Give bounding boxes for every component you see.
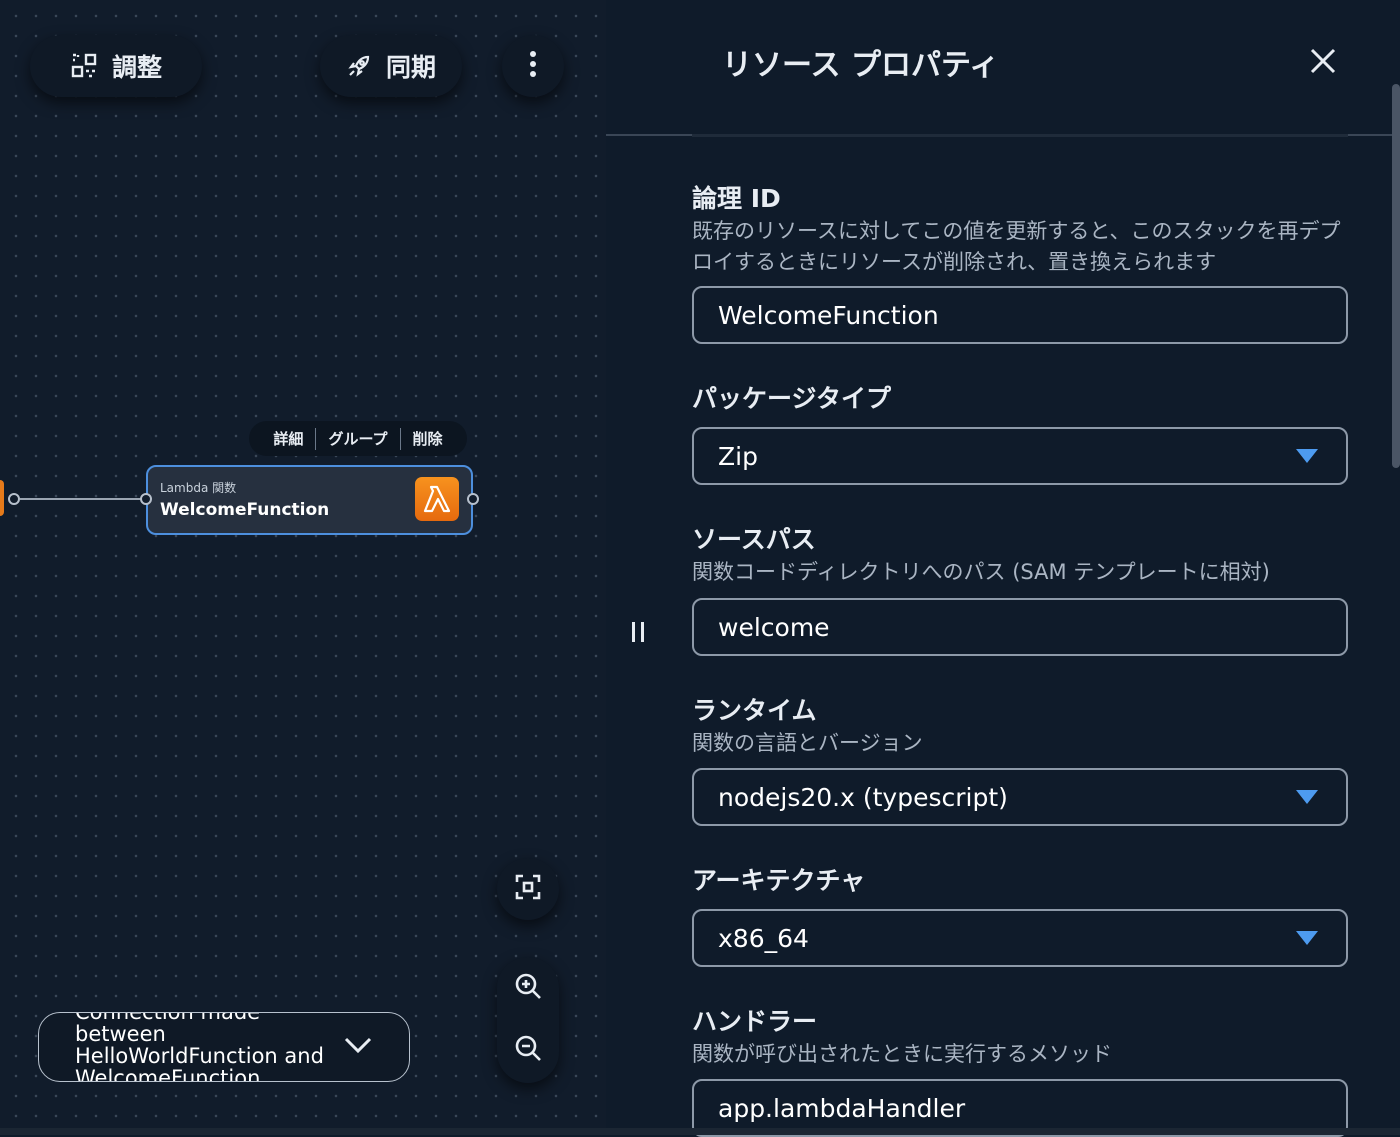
logical-id-label: 論理 ID: [692, 184, 781, 213]
resource-properties-panel: リソース プロパティ 論理 ID 既存のリソースに対してこの値を更新すると、この…: [606, 0, 1400, 1137]
more-vertical-icon: [529, 50, 537, 82]
section-divider: [692, 134, 1348, 137]
logical-id-input[interactable]: WelcomeFunction: [692, 286, 1348, 344]
architecture-field: アーキテクチャ: [692, 866, 1348, 896]
logical-id-description: 既存のリソースに対してこの値を更新すると、このスタックを再デプロイするときにリソ…: [692, 219, 1341, 274]
node-group-button[interactable]: グループ: [328, 428, 387, 449]
rocket-icon: [346, 53, 372, 79]
package-type-value: Zip: [718, 442, 758, 471]
node-context-menu: 詳細 グループ 削除: [249, 421, 467, 456]
node-input-port[interactable]: [140, 493, 152, 505]
runtime-label: ランタイム: [692, 696, 817, 725]
arrange-label: 調整: [111, 53, 162, 82]
menu-divider: [315, 427, 317, 450]
architecture-value: x86_64: [718, 924, 809, 953]
runtime-field: ランタイム 関数の言語とバージョン: [692, 696, 1348, 759]
package-type-label: パッケージタイプ: [692, 384, 892, 413]
arrange-button[interactable]: 調整: [30, 35, 202, 97]
node-delete-button[interactable]: 削除: [413, 428, 443, 449]
menu-divider: [399, 427, 401, 450]
logical-id-field: 論理 ID 既存のリソースに対してこの値を更新すると、このスタックを再デプロイす…: [692, 184, 1348, 278]
architecture-label: アーキテクチャ: [692, 866, 866, 895]
dropdown-caret-icon: [1296, 931, 1318, 945]
close-icon: [1309, 47, 1337, 79]
panel-scrollbar[interactable]: [1392, 84, 1400, 468]
zoom-in-button[interactable]: [497, 957, 559, 1019]
diagram-canvas[interactable]: 調整 同期 詳細 グループ 削除 Lambda 関数 WelcomeFuncti…: [0, 0, 606, 1135]
zoom-controls: [497, 957, 559, 1083]
node-details-button[interactable]: 詳細: [273, 428, 303, 449]
resize-handle-icon[interactable]: [630, 620, 646, 648]
handler-field: ハンドラー 関数が呼び出されたときに実行するメソッド: [692, 1007, 1348, 1070]
close-button[interactable]: [1306, 46, 1340, 80]
lambda-icon: [415, 477, 459, 521]
zoom-out-button[interactable]: [497, 1019, 559, 1081]
lambda-node-welcomefunction[interactable]: Lambda 関数 WelcomeFunction: [146, 465, 473, 535]
architecture-select[interactable]: x86_64: [692, 909, 1348, 967]
source-path-label: ソースパス: [692, 525, 816, 554]
fit-view-button[interactable]: [497, 858, 559, 920]
package-type-select[interactable]: Zip: [692, 427, 1348, 485]
connection-edge[interactable]: [20, 498, 146, 500]
more-options-button[interactable]: [502, 35, 564, 97]
toast-message: Connection made between HelloWorldFuncti…: [75, 1012, 324, 1082]
source-path-field: ソースパス 関数コードディレクトリへのパス (SAM テンプレートに相対): [692, 525, 1348, 588]
logical-id-value: WelcomeFunction: [718, 301, 939, 330]
zoom-in-icon: [513, 971, 543, 1005]
handler-description: 関数が呼び出されたときに実行するメソッド: [692, 1042, 1112, 1066]
fit-view-icon: [514, 873, 542, 905]
panel-title: リソース プロパティ: [722, 48, 1000, 83]
dropdown-caret-icon: [1296, 449, 1318, 463]
dropdown-caret-icon: [1296, 790, 1318, 804]
source-node-partial[interactable]: [0, 480, 4, 516]
handler-label: ハンドラー: [692, 1007, 818, 1036]
chevron-down-icon[interactable]: [343, 1035, 373, 1059]
node-type-label: Lambda 関数: [160, 481, 237, 495]
notification-toast: Connection made between HelloWorldFuncti…: [38, 1012, 410, 1082]
sync-label: 同期: [385, 53, 436, 82]
layout-icon: [70, 52, 98, 80]
source-port[interactable]: [8, 493, 20, 505]
runtime-value: nodejs20.x (typescript): [718, 783, 1008, 812]
sync-button[interactable]: 同期: [320, 35, 462, 97]
panel-header: リソース プロパティ: [606, 0, 1400, 136]
source-path-description: 関数コードディレクトリへのパス (SAM テンプレートに相対): [692, 560, 1270, 584]
source-path-input[interactable]: welcome: [692, 598, 1348, 656]
window-bottom-edge: [0, 1128, 1400, 1135]
node-output-port[interactable]: [467, 493, 479, 505]
package-type-field: パッケージタイプ: [692, 384, 1348, 414]
runtime-description: 関数の言語とバージョン: [692, 731, 923, 755]
handler-value: app.lambdaHandler: [718, 1094, 966, 1123]
node-name: WelcomeFunction: [160, 500, 330, 520]
zoom-out-icon: [513, 1033, 543, 1067]
source-path-value: welcome: [718, 613, 830, 642]
runtime-select[interactable]: nodejs20.x (typescript): [692, 768, 1348, 826]
